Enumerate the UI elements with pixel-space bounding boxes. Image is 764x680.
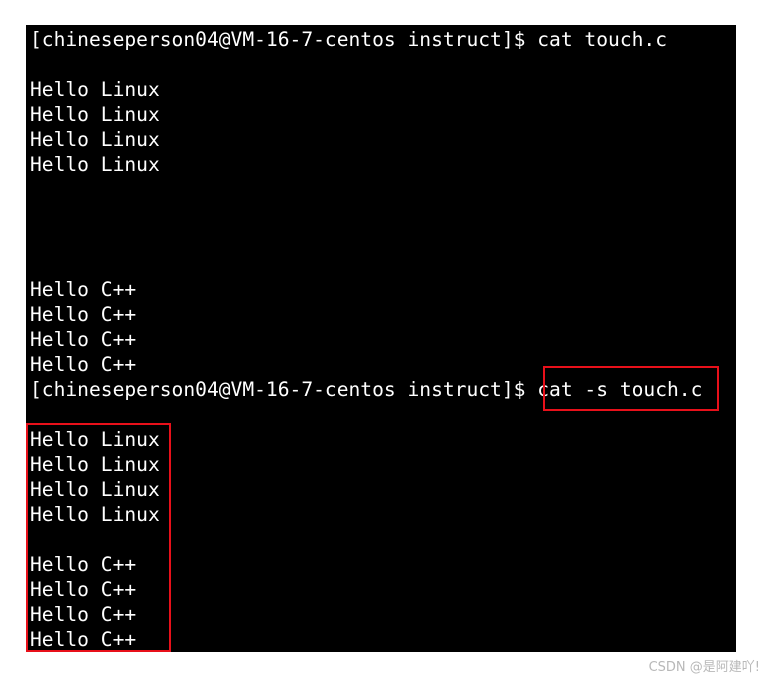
highlight-output-box (26, 423, 171, 652)
terminal-window[interactable]: [chineseperson04@VM-16-7-centos instruct… (26, 25, 736, 652)
output-line: Hello C++ (30, 328, 137, 351)
output-line: Hello C++ (30, 303, 137, 326)
output-line: Hello Linux (30, 78, 160, 101)
output-line: Hello Linux (30, 128, 160, 151)
watermark: CSDN @是阿建吖! (648, 660, 760, 675)
output-line: Hello Linux (30, 153, 160, 176)
output-line: Hello Linux (30, 103, 160, 126)
prompt-line: [chineseperson04@VM-16-7-centos instruct… (30, 28, 668, 51)
output-line: Hello C++ (30, 278, 137, 301)
highlight-command-box (543, 366, 719, 411)
